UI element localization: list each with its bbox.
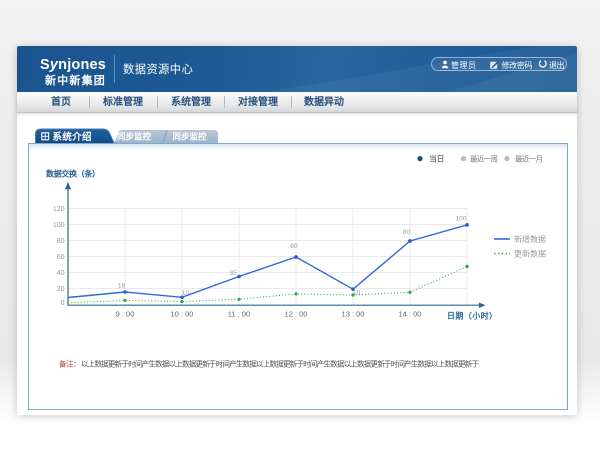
svg-text:同步监控: 同步监控: [117, 132, 151, 142]
svg-text:9 : 00: 9 : 00: [116, 309, 135, 318]
svg-text:最近一周: 最近一周: [470, 153, 498, 163]
svg-text:18: 18: [118, 282, 126, 289]
svg-text:当日: 当日: [429, 153, 445, 163]
svg-text:新增数据: 新增数据: [514, 234, 546, 244]
svg-text:退出: 退出: [549, 60, 565, 70]
svg-text:35: 35: [229, 270, 237, 277]
svg-text:10 : 00: 10 : 00: [171, 309, 194, 318]
svg-text:备注：: 备注：: [59, 358, 81, 368]
svg-text:0: 0: [61, 300, 65, 307]
svg-text:系统介绍: 系统介绍: [53, 131, 92, 143]
svg-text:11 : 00: 11 : 00: [228, 309, 250, 318]
svg-text:10: 10: [182, 290, 190, 297]
svg-text:修改密码: 修改密码: [502, 60, 533, 70]
svg-text:120: 120: [53, 206, 65, 213]
svg-text:80: 80: [403, 229, 411, 236]
svg-text:60: 60: [290, 243, 298, 250]
svg-text:40: 40: [57, 270, 65, 277]
svg-text:100: 100: [456, 215, 467, 222]
svg-text:数据交换（条）: 数据交换（条）: [46, 168, 100, 178]
svg-text:日期（小时）: 日期（小时）: [447, 310, 497, 320]
svg-text:12 : 00: 12 : 00: [285, 309, 308, 318]
svg-text:100: 100: [53, 222, 65, 229]
svg-text:10: 10: [353, 289, 361, 296]
svg-text:管理员: 管理员: [451, 60, 476, 70]
svg-text:最近一月: 最近一月: [515, 153, 543, 163]
svg-text:80: 80: [57, 238, 65, 245]
svg-text:13 : 00: 13 : 00: [342, 309, 365, 318]
svg-text:20: 20: [57, 286, 65, 293]
svg-text:更新数据: 更新数据: [514, 248, 546, 258]
svg-text:同步监控: 同步监控: [173, 132, 207, 142]
svg-text:以上数据更新于时间产生数据以上数据更新于时间产生数据以上数据: 以上数据更新于时间产生数据以上数据更新于时间产生数据以上数据更新于时间产生数据以…: [81, 358, 480, 368]
svg-text:14 : 00: 14 : 00: [399, 309, 422, 318]
svg-text:60: 60: [57, 254, 65, 261]
